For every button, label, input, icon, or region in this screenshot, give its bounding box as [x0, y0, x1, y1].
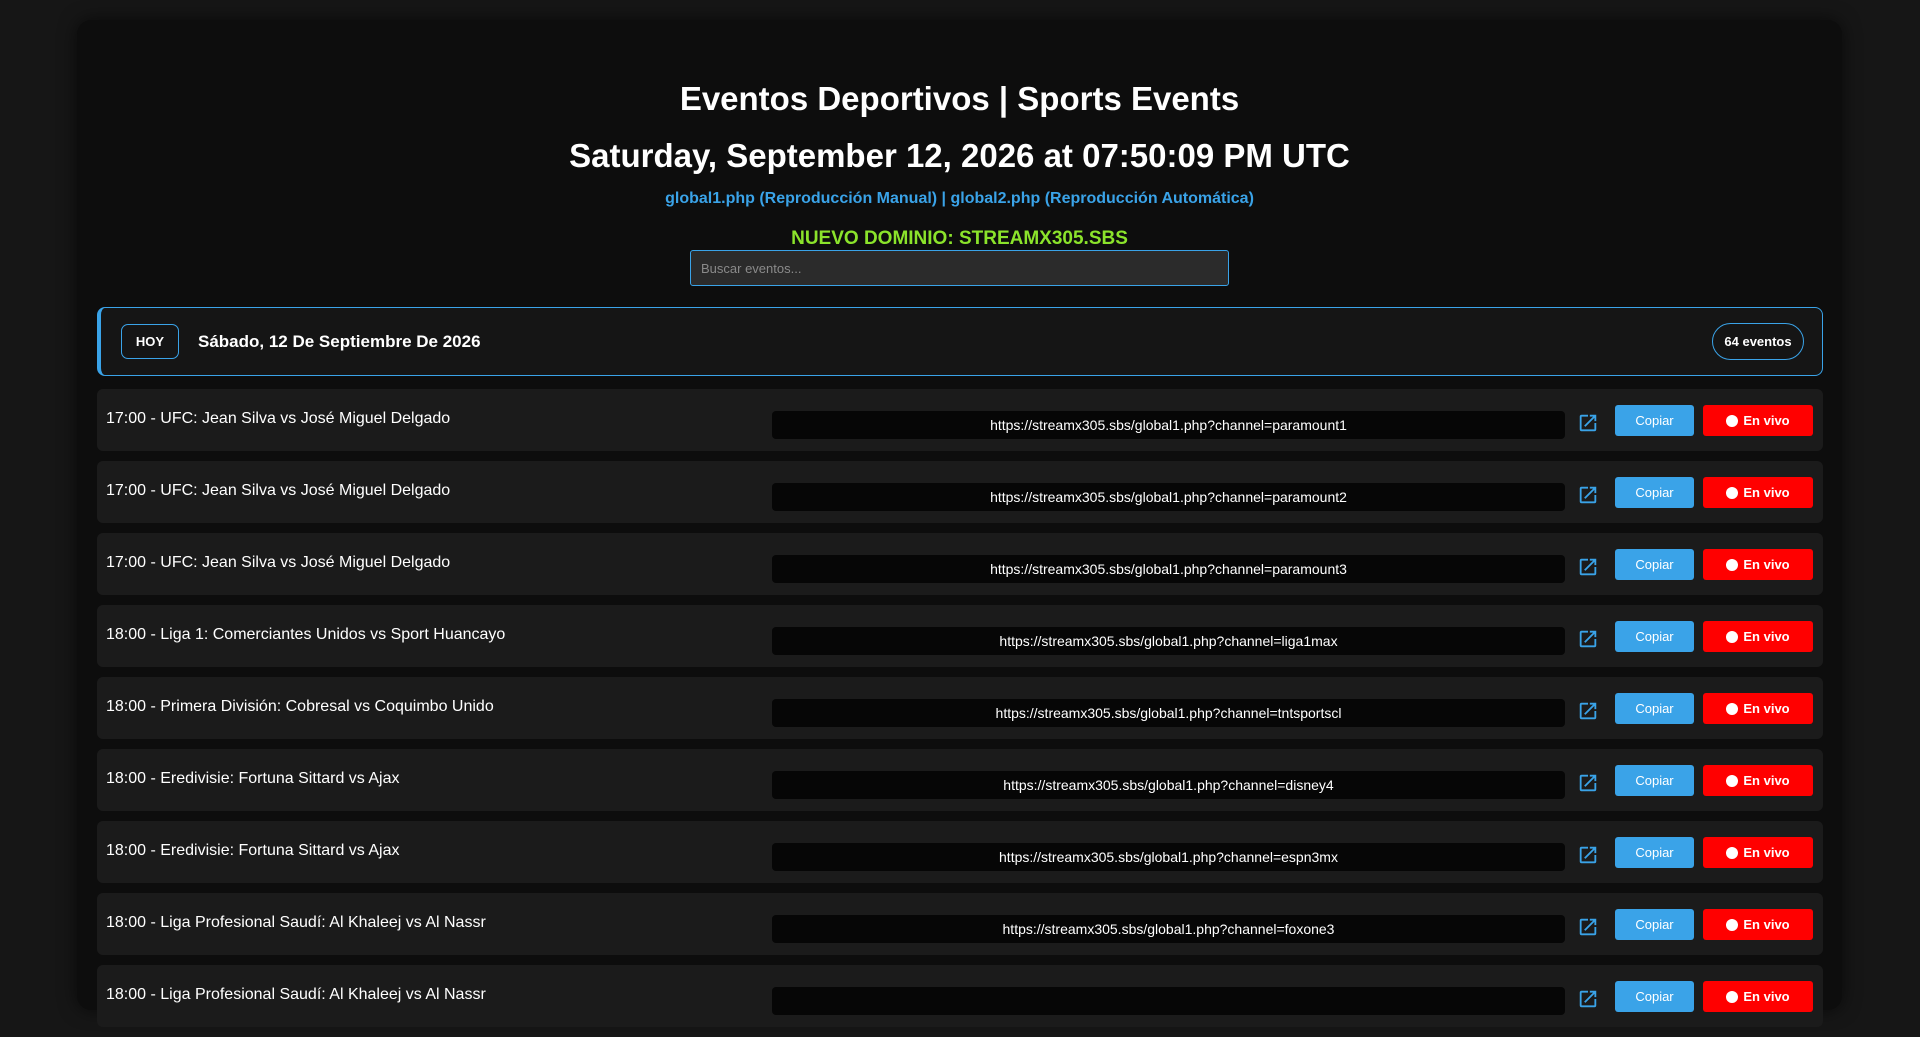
external-link-icon[interactable] — [1577, 484, 1599, 506]
current-datetime: Saturday, September 12, 2026 at 07:50:09… — [569, 137, 1350, 174]
event-title: 17:00 - UFC: Jean Silva vs José Miguel D… — [106, 482, 451, 499]
today-badge: HOY — [121, 324, 179, 359]
day-label: Sábado, 12 De Septiembre De 2026 — [198, 332, 481, 351]
external-link-icon[interactable] — [1577, 988, 1599, 1010]
event-title: 18:00 - Primera División: Cobresal vs Co… — [106, 698, 494, 715]
event-title: 18:00 - Liga Profesional Saudí: Al Khale… — [106, 914, 486, 931]
live-button-label: En vivo — [1743, 701, 1790, 716]
event-url[interactable]: https://streamx305.sbs/global1.php?chann… — [772, 771, 1565, 799]
live-dot-icon — [1726, 630, 1739, 643]
event-url[interactable]: https://streamx305.sbs/global1.php?chann… — [772, 699, 1565, 727]
live-dot-icon — [1726, 558, 1739, 571]
live-button[interactable]: En vivo — [1703, 405, 1813, 436]
event-title: 17:00 - UFC: Jean Silva vs José Miguel D… — [106, 554, 451, 571]
external-link-icon[interactable] — [1577, 556, 1599, 578]
live-button[interactable]: En vivo — [1703, 909, 1813, 940]
event-title: 18:00 - Liga 1: Comerciantes Unidos vs S… — [106, 626, 506, 643]
domain-notice: NUEVO DOMINIO: STREAMX305.SBS — [791, 228, 1128, 249]
player-links[interactable]: global1.php (Reproducción Manual) | glob… — [77, 189, 1842, 209]
live-dot-icon — [1726, 990, 1739, 1003]
live-button-label: En vivo — [1743, 845, 1790, 860]
event-title: 17:00 - UFC: Jean Silva vs José Miguel D… — [106, 410, 451, 427]
event-row: 18:00 - Eredivisie: Fortuna Sittard vs A… — [97, 749, 1823, 811]
search-input[interactable] — [690, 250, 1229, 286]
copy-button[interactable]: Copiar — [1615, 549, 1694, 580]
event-url[interactable]: https://streamx305.sbs/global1.php?chann… — [772, 915, 1565, 943]
live-button[interactable]: En vivo — [1703, 693, 1813, 724]
live-dot-icon — [1726, 486, 1739, 499]
live-dot-icon — [1726, 846, 1739, 859]
event-row: 18:00 - Liga Profesional Saudí: Al Khale… — [97, 965, 1823, 1027]
page-title: Eventos Deportivos | Sports Events — [679, 80, 1240, 117]
external-link-icon[interactable] — [1577, 628, 1599, 650]
copy-button[interactable]: Copiar — [1615, 477, 1694, 508]
copy-button[interactable]: Copiar — [1615, 405, 1694, 436]
copy-button[interactable]: Copiar — [1615, 909, 1694, 940]
event-list: 17:00 - UFC: Jean Silva vs José Miguel D… — [97, 389, 1823, 1037]
event-url[interactable]: https://streamx305.sbs/global1.php?chann… — [772, 411, 1565, 439]
external-link-icon[interactable] — [1577, 700, 1599, 722]
event-count-badge: 64 eventos — [1712, 323, 1804, 360]
live-dot-icon — [1726, 702, 1739, 715]
event-title: 18:00 - Liga Profesional Saudí: Al Khale… — [106, 986, 486, 1003]
live-button[interactable]: En vivo — [1703, 765, 1813, 796]
live-button-label: En vivo — [1743, 917, 1790, 932]
live-button-label: En vivo — [1743, 485, 1790, 500]
event-url[interactable]: https://streamx305.sbs/global1.php?chann… — [772, 483, 1565, 511]
live-button[interactable]: En vivo — [1703, 621, 1813, 652]
live-button-label: En vivo — [1743, 989, 1790, 1004]
live-button[interactable]: En vivo — [1703, 837, 1813, 868]
event-row: 17:00 - UFC: Jean Silva vs José Miguel D… — [97, 533, 1823, 595]
live-dot-icon — [1726, 918, 1739, 931]
event-row: 17:00 - UFC: Jean Silva vs José Miguel D… — [97, 461, 1823, 523]
event-url[interactable] — [772, 987, 1565, 1015]
event-url[interactable]: https://streamx305.sbs/global1.php?chann… — [772, 555, 1565, 583]
live-button-label: En vivo — [1743, 773, 1790, 788]
copy-button[interactable]: Copiar — [1615, 693, 1694, 724]
event-row: 18:00 - Liga Profesional Saudí: Al Khale… — [97, 893, 1823, 955]
live-button[interactable]: En vivo — [1703, 981, 1813, 1012]
copy-button[interactable]: Copiar — [1615, 981, 1694, 1012]
live-button[interactable]: En vivo — [1703, 549, 1813, 580]
live-dot-icon — [1726, 414, 1739, 427]
event-row: 18:00 - Primera División: Cobresal vs Co… — [97, 677, 1823, 739]
event-url[interactable]: https://streamx305.sbs/global1.php?chann… — [772, 843, 1565, 871]
event-row: 17:00 - UFC: Jean Silva vs José Miguel D… — [97, 389, 1823, 451]
copy-button[interactable]: Copiar — [1615, 765, 1694, 796]
live-button[interactable]: En vivo — [1703, 477, 1813, 508]
player-links-text[interactable]: global1.php (Reproducción Manual) | glob… — [665, 190, 1254, 207]
event-url[interactable]: https://streamx305.sbs/global1.php?chann… — [772, 627, 1565, 655]
event-title: 18:00 - Eredivisie: Fortuna Sittard vs A… — [106, 770, 400, 787]
external-link-icon[interactable] — [1577, 916, 1599, 938]
event-row: 18:00 - Eredivisie: Fortuna Sittard vs A… — [97, 821, 1823, 883]
live-button-label: En vivo — [1743, 629, 1790, 644]
event-row: 18:00 - Liga 1: Comerciantes Unidos vs S… — [97, 605, 1823, 667]
external-link-icon[interactable] — [1577, 844, 1599, 866]
external-link-icon[interactable] — [1577, 412, 1599, 434]
copy-button[interactable]: Copiar — [1615, 837, 1694, 868]
day-header[interactable]: HOY Sábado, 12 De Septiembre De 2026 64 … — [97, 307, 1823, 376]
copy-button[interactable]: Copiar — [1615, 621, 1694, 652]
external-link-icon[interactable] — [1577, 772, 1599, 794]
live-button-label: En vivo — [1743, 413, 1790, 428]
event-title: 18:00 - Eredivisie: Fortuna Sittard vs A… — [106, 842, 400, 859]
live-dot-icon — [1726, 774, 1739, 787]
live-button-label: En vivo — [1743, 557, 1790, 572]
